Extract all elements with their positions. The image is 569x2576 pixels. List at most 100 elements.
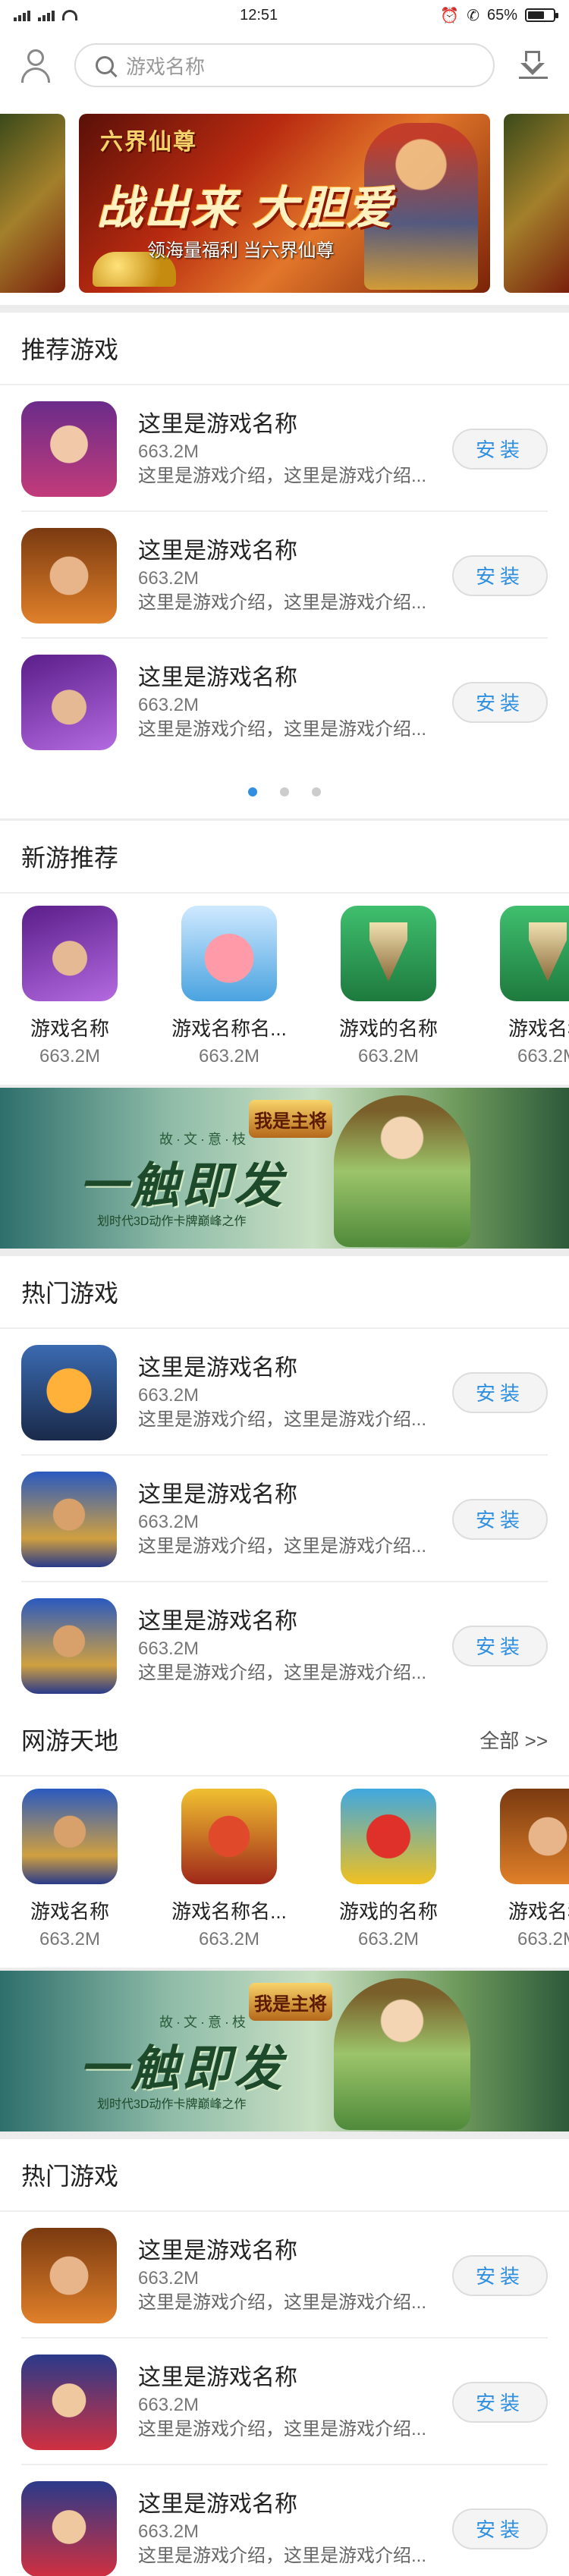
game-name: 这里是游戏名称: [138, 1355, 297, 1381]
game-name: 这里是游戏名称: [138, 2238, 297, 2263]
install-button[interactable]: 安装: [452, 681, 548, 723]
install-button[interactable]: 安装: [452, 2254, 548, 2296]
tile-name: 游戏的名称: [338, 1900, 438, 1923]
hot-games-section: 热门游戏 这里是游戏名称 663.2M 这里是游戏介绍，这里是游戏介绍... 安…: [0, 1256, 569, 1709]
game-row[interactable]: 这里是游戏名称 663.2M 这里是游戏介绍，这里是游戏介绍... 安装: [0, 512, 569, 639]
tile-size: 663.2M: [517, 1929, 569, 1949]
game-name: 这里是游戏名称: [138, 664, 297, 690]
install-button[interactable]: 安装: [452, 2381, 548, 2423]
banner-carousel[interactable]: 六界仙尊 战出来 大胆爱 领海量福利 当六界仙尊: [0, 100, 569, 305]
ad-banner[interactable]: 我是主将 故·文·意·枝 一触即发 划时代3D动作卡牌巅峰之作: [0, 1971, 569, 2131]
download-icon[interactable]: [514, 46, 552, 84]
pink-monster-icon[interactable]: [181, 906, 277, 1001]
install-button[interactable]: 安装: [452, 1498, 548, 1540]
ad-title: 一触即发: [79, 1158, 285, 1213]
game-tile[interactable]: 游戏名称 663.2M: [472, 906, 569, 1067]
cartoon-hero-icon[interactable]: [500, 1789, 569, 1884]
shield-icon[interactable]: [341, 906, 436, 1001]
game-tile[interactable]: 游戏的名称 663.2M: [313, 906, 464, 1067]
game-tile[interactable]: 游戏名称 663.2M: [0, 1789, 146, 1950]
game-size: 663.2M: [138, 1511, 200, 1532]
game-desc: 这里是游戏介绍，这里是游戏介绍...: [138, 592, 427, 613]
game-tile[interactable]: 游戏名称 663.2M: [0, 906, 146, 1067]
tile-size: 663.2M: [357, 1929, 420, 1949]
pager-dot[interactable]: [248, 787, 257, 796]
game-size: 663.2M: [138, 1384, 200, 1406]
game-row[interactable]: 这里是游戏名称 663.2M 这里是游戏介绍，这里是游戏介绍... 安装: [0, 385, 569, 512]
game-size: 663.2M: [138, 441, 200, 462]
anime-girl-icon[interactable]: [21, 401, 117, 497]
wifi-icon: [62, 10, 77, 20]
game-size: 663.2M: [138, 567, 200, 589]
game-tile[interactable]: 游戏的名称 663.2M: [313, 1789, 464, 1950]
shield-icon[interactable]: [500, 906, 569, 1001]
game-row[interactable]: 这里是游戏名称 663.2M 这里是游戏介绍，这里是游戏介绍... 安装: [0, 2212, 569, 2339]
pager-dot[interactable]: [312, 787, 321, 796]
banner-main[interactable]: 六界仙尊 战出来 大胆爱 领海量福利 当六界仙尊: [79, 114, 490, 293]
game-desc: 这里是游戏介绍，这里是游戏介绍...: [138, 2545, 427, 2566]
game-row[interactable]: 这里是游戏名称 663.2M 这里是游戏介绍，这里是游戏介绍... 安装: [0, 1582, 569, 1709]
game-name: 这里是游戏名称: [138, 411, 297, 437]
tile-size: 663.2M: [198, 1929, 260, 1949]
game-tile[interactable]: 游戏名称名... 663.2M: [153, 1789, 305, 1950]
game-row[interactable]: 这里是游戏名称 663.2M 这里是游戏介绍，这里是游戏介绍... 安装: [0, 2339, 569, 2465]
game-size: 663.2M: [138, 2267, 200, 2289]
user-avatar-icon[interactable]: [17, 46, 55, 84]
cartoon-warrior-icon[interactable]: [21, 2227, 117, 2323]
red-demon-icon[interactable]: [341, 1789, 436, 1884]
armored-warrior-icon[interactable]: [21, 1597, 117, 1694]
view-all-link[interactable]: 全部 >>: [479, 1726, 548, 1754]
game-row[interactable]: 这里是游戏名称 663.2M 这里是游戏介绍，这里是游戏介绍... 安装: [0, 1456, 569, 1582]
new-games-section: 新游推荐 游戏名称 663.2M 游戏名称名... 663.2M 游戏的名称 6…: [0, 821, 569, 1085]
banner-title: 战出来 大胆爱: [97, 183, 394, 234]
pumpkin-icon[interactable]: [21, 1344, 117, 1440]
character-art: [334, 1978, 470, 2130]
armored-warrior-icon[interactable]: [21, 1471, 117, 1567]
search-input[interactable]: 游戏名称: [126, 52, 205, 80]
app-page: 12:51 ⏰ ✆ 65% 游戏名称 六界仙尊 战出来 大胆爱 领海量福利 当六…: [0, 0, 569, 2576]
tile-size: 663.2M: [198, 1046, 260, 1067]
install-button[interactable]: 安装: [452, 1371, 548, 1413]
install-button[interactable]: 安装: [452, 554, 548, 596]
tile-name: 游戏名称: [30, 1900, 109, 1923]
cartoon-hero-icon[interactable]: [21, 527, 117, 624]
game-desc: 这里是游戏介绍，这里是游戏介绍...: [138, 718, 427, 740]
game-name: 这里是游戏名称: [138, 538, 297, 564]
game-tile[interactable]: 游戏名称 663.2M: [472, 1789, 569, 1950]
game-name: 这里是游戏名称: [138, 2364, 297, 2390]
section-title: 新游推荐: [21, 844, 119, 872]
section-title: 热门游戏: [21, 2163, 119, 2190]
banner-prev[interactable]: [0, 114, 65, 293]
red-general-icon[interactable]: [181, 1789, 277, 1884]
game-row[interactable]: 这里是游戏名称 663.2M 这里是游戏介绍，这里是游戏介绍... 安装: [0, 2465, 569, 2576]
pager-dot[interactable]: [280, 787, 289, 796]
game-desc: 这里是游戏介绍，这里是游戏介绍...: [138, 1535, 427, 1557]
ad-title: 一触即发: [79, 2041, 285, 2096]
banner-next[interactable]: [504, 114, 569, 293]
game-size: 663.2M: [138, 1638, 200, 1659]
install-button[interactable]: 安装: [452, 2508, 548, 2549]
search-bar[interactable]: 游戏名称: [74, 43, 495, 87]
banner-subtitle: 领海量福利 当六界仙尊: [147, 240, 335, 261]
tile-name: 游戏名称: [508, 1900, 569, 1923]
game-row[interactable]: 这里是游戏名称 663.2M 这里是游戏介绍，这里是游戏介绍... 安装: [0, 639, 569, 765]
signal-icon: [14, 9, 30, 21]
hooded-mage-icon[interactable]: [22, 906, 118, 1001]
game-tile[interactable]: 游戏名称名... 663.2M: [153, 906, 305, 1067]
game-desc: 这里是游戏介绍，这里是游戏介绍...: [138, 2418, 427, 2439]
install-button[interactable]: 安装: [452, 1625, 548, 1667]
tile-name: 游戏名称: [30, 1017, 109, 1040]
armored-warrior-icon[interactable]: [22, 1789, 118, 1884]
install-button[interactable]: 安装: [452, 428, 548, 470]
game-desc: 这里是游戏介绍，这里是游戏介绍...: [138, 1662, 427, 1683]
ad-banner[interactable]: 我是主将 故·文·意·枝 一触即发 划时代3D动作卡牌巅峰之作: [0, 1088, 569, 1249]
game-row[interactable]: 这里是游戏名称 663.2M 这里是游戏介绍，这里是游戏介绍... 安装: [0, 1329, 569, 1456]
ad-tagline: 故·文·意·枝: [159, 1132, 249, 1147]
section-title: 推荐游戏: [21, 336, 119, 363]
ad-logo: 我是主将: [249, 1100, 332, 1138]
tile-size: 663.2M: [39, 1929, 101, 1949]
section-title: 热门游戏: [21, 1280, 119, 1307]
hooded-mage-icon[interactable]: [21, 654, 117, 750]
blue-hero-icon[interactable]: [21, 2480, 117, 2576]
blue-hero-icon[interactable]: [21, 2354, 117, 2450]
